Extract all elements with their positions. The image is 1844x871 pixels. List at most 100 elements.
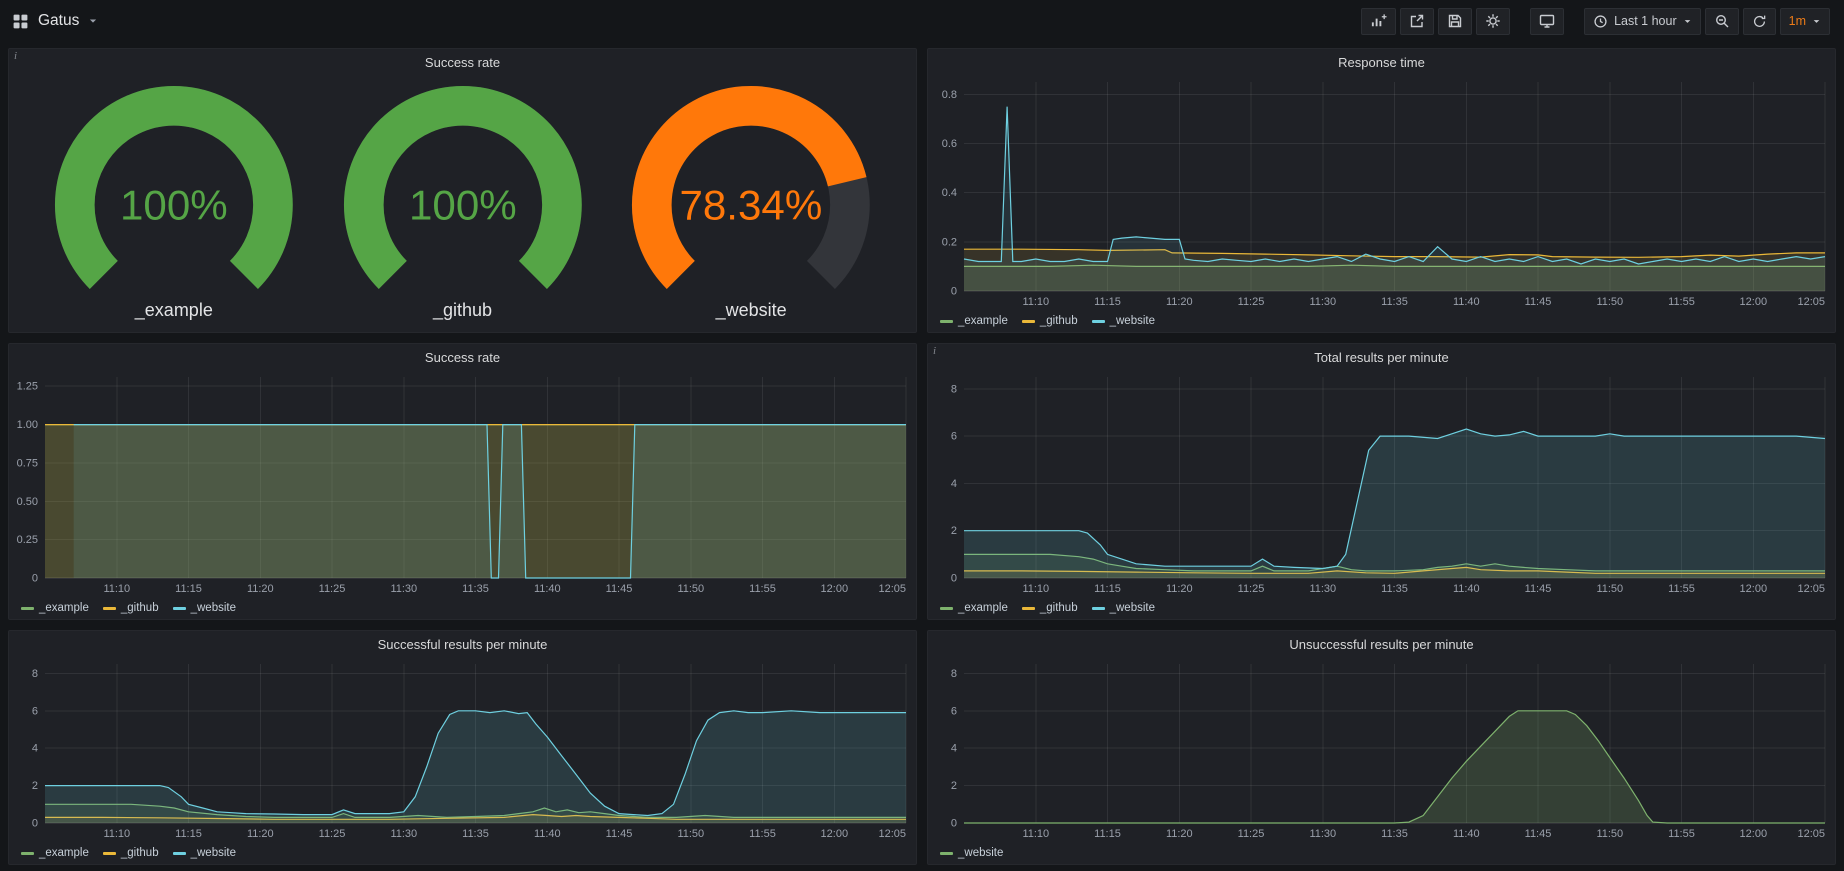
legend: _example _github _website <box>928 602 1835 619</box>
legend-color-mark <box>940 607 953 610</box>
panel-title[interactable]: Success rate <box>9 344 916 369</box>
svg-text:11:45: 11:45 <box>1525 828 1552 840</box>
legend-color-mark <box>21 852 34 855</box>
svg-text:11:15: 11:15 <box>1094 828 1121 840</box>
legend-item-_github[interactable]: _github <box>1022 602 1078 614</box>
settings-button[interactable] <box>1476 8 1510 35</box>
legend-color-mark <box>1022 320 1035 323</box>
svg-text:11:35: 11:35 <box>1381 296 1408 308</box>
legend-item-_website[interactable]: _website <box>173 847 236 859</box>
svg-text:11:45: 11:45 <box>606 583 633 595</box>
svg-text:11:15: 11:15 <box>1094 583 1121 595</box>
time-range-button[interactable]: Last 1 hour <box>1584 8 1701 35</box>
success-rate-gauge-chart: 100% _example 100% _github 78.34% _websi… <box>9 74 916 332</box>
legend-item-_website[interactable]: _website <box>173 602 236 614</box>
add-panel-icon <box>1370 13 1387 29</box>
svg-text:1.00: 1.00 <box>17 419 38 431</box>
panel-unsuccessful-results: Unsuccessful results per minute 0246811:… <box>927 630 1836 865</box>
legend-color-mark <box>103 852 116 855</box>
legend-color-mark <box>940 852 953 855</box>
svg-text:11:55: 11:55 <box>1668 828 1695 840</box>
panel-title[interactable]: Success rate <box>9 49 916 74</box>
legend-item-_website[interactable]: _website <box>1092 602 1155 614</box>
panel-info-icon[interactable]: i <box>933 345 936 357</box>
svg-text:0.8: 0.8 <box>942 89 957 101</box>
svg-text:8: 8 <box>951 668 957 680</box>
svg-text:11:35: 11:35 <box>462 583 489 595</box>
legend-color-mark <box>940 320 953 323</box>
panel-response-time: Response time 00.20.40.60.811:1011:1511:… <box>927 48 1836 333</box>
svg-text:11:35: 11:35 <box>1381 828 1408 840</box>
gauge-_example: 100% _example <box>50 81 298 321</box>
legend-item-_example[interactable]: _example <box>21 847 89 859</box>
gauge-_website: 78.34% _website <box>627 81 875 321</box>
success-rate-chart[interactable]: 00.250.500.751.001.2511:1011:1511:2011:2… <box>9 369 916 602</box>
legend-item-_github[interactable]: _github <box>103 602 159 614</box>
legend-item-_website[interactable]: _website <box>1092 315 1155 327</box>
add-panel-button[interactable] <box>1361 8 1396 35</box>
legend-color-mark <box>1092 607 1105 610</box>
chart-plot: 00.250.500.751.001.2511:1011:1511:2011:2… <box>9 369 916 597</box>
gauge-arc: 78.34% <box>627 81 875 299</box>
legend-item-_github[interactable]: _github <box>1022 315 1078 327</box>
gear-icon <box>1485 13 1501 29</box>
refresh-interval-button[interactable]: 1m <box>1780 8 1830 35</box>
response-time-chart[interactable]: 00.20.40.60.811:1011:1511:2011:2511:3011… <box>928 74 1835 315</box>
zoom-out-button[interactable] <box>1705 8 1739 35</box>
panel-title[interactable]: Response time <box>928 49 1835 74</box>
svg-text:8: 8 <box>32 668 38 680</box>
legend-item-_example[interactable]: _example <box>940 602 1008 614</box>
refresh-button[interactable] <box>1743 8 1776 35</box>
svg-text:11:15: 11:15 <box>175 828 202 840</box>
svg-text:11:30: 11:30 <box>1309 583 1336 595</box>
svg-text:11:40: 11:40 <box>1453 828 1480 840</box>
legend: _example _github _website <box>928 315 1835 332</box>
cycle-view-button[interactable] <box>1530 8 1564 35</box>
svg-text:11:20: 11:20 <box>247 583 274 595</box>
legend-item-_example[interactable]: _example <box>940 315 1008 327</box>
panel-total-results: i Total results per minute 0246811:1011:… <box>927 343 1836 620</box>
svg-text:11:10: 11:10 <box>1022 583 1049 595</box>
monitor-icon <box>1539 13 1555 29</box>
share-button[interactable] <box>1400 8 1434 35</box>
gauge-label: _github <box>433 300 492 321</box>
legend-item-_website[interactable]: _website <box>940 847 1003 859</box>
svg-text:0.75: 0.75 <box>17 457 38 469</box>
dashboard-caret-icon[interactable] <box>88 16 98 26</box>
legend: _example _github _website <box>9 847 916 864</box>
dashboard-grid: i Success rate 100% _example 100% _githu… <box>0 42 1844 871</box>
save-icon <box>1447 13 1463 29</box>
dashboard-title[interactable]: Gatus <box>38 12 79 30</box>
time-controls-group: Last 1 hour 1m <box>1584 8 1830 35</box>
panel-title[interactable]: Unsuccessful results per minute <box>928 631 1835 656</box>
svg-text:11:25: 11:25 <box>1238 296 1265 308</box>
svg-text:11:40: 11:40 <box>1453 296 1480 308</box>
panel-info-icon[interactable]: i <box>14 50 17 62</box>
svg-text:11:50: 11:50 <box>677 583 704 595</box>
svg-text:11:45: 11:45 <box>1525 583 1552 595</box>
svg-text:6: 6 <box>951 431 957 443</box>
svg-text:11:20: 11:20 <box>1166 583 1193 595</box>
caret-down-icon <box>1683 17 1692 26</box>
svg-text:4: 4 <box>951 743 957 755</box>
legend-color-mark <box>173 607 186 610</box>
svg-text:11:10: 11:10 <box>103 583 130 595</box>
total-results-chart[interactable]: 0246811:1011:1511:2011:2511:3011:3511:40… <box>928 369 1835 602</box>
svg-text:12:00: 12:00 <box>1740 583 1768 595</box>
navbar-left: Gatus <box>12 12 98 30</box>
unsuccessful-results-chart[interactable]: 0246811:1011:1511:2011:2511:3011:3511:40… <box>928 656 1835 847</box>
gauge-arc: 100% <box>339 81 587 299</box>
chart-plot: 00.20.40.60.811:1011:1511:2011:2511:3011… <box>928 74 1835 310</box>
dashboards-grid-icon[interactable] <box>12 13 29 30</box>
panel-title[interactable]: Successful results per minute <box>9 631 916 656</box>
legend-item-_github[interactable]: _github <box>103 847 159 859</box>
panel-title[interactable]: Total results per minute <box>928 344 1835 369</box>
svg-text:2: 2 <box>32 780 38 792</box>
svg-text:12:00: 12:00 <box>1740 828 1768 840</box>
legend-item-_example[interactable]: _example <box>21 602 89 614</box>
save-button[interactable] <box>1438 8 1472 35</box>
svg-text:0.6: 0.6 <box>942 138 957 150</box>
svg-text:6: 6 <box>951 705 957 717</box>
svg-text:11:10: 11:10 <box>1022 296 1049 308</box>
successful-results-chart[interactable]: 0246811:1011:1511:2011:2511:3011:3511:40… <box>9 656 916 847</box>
